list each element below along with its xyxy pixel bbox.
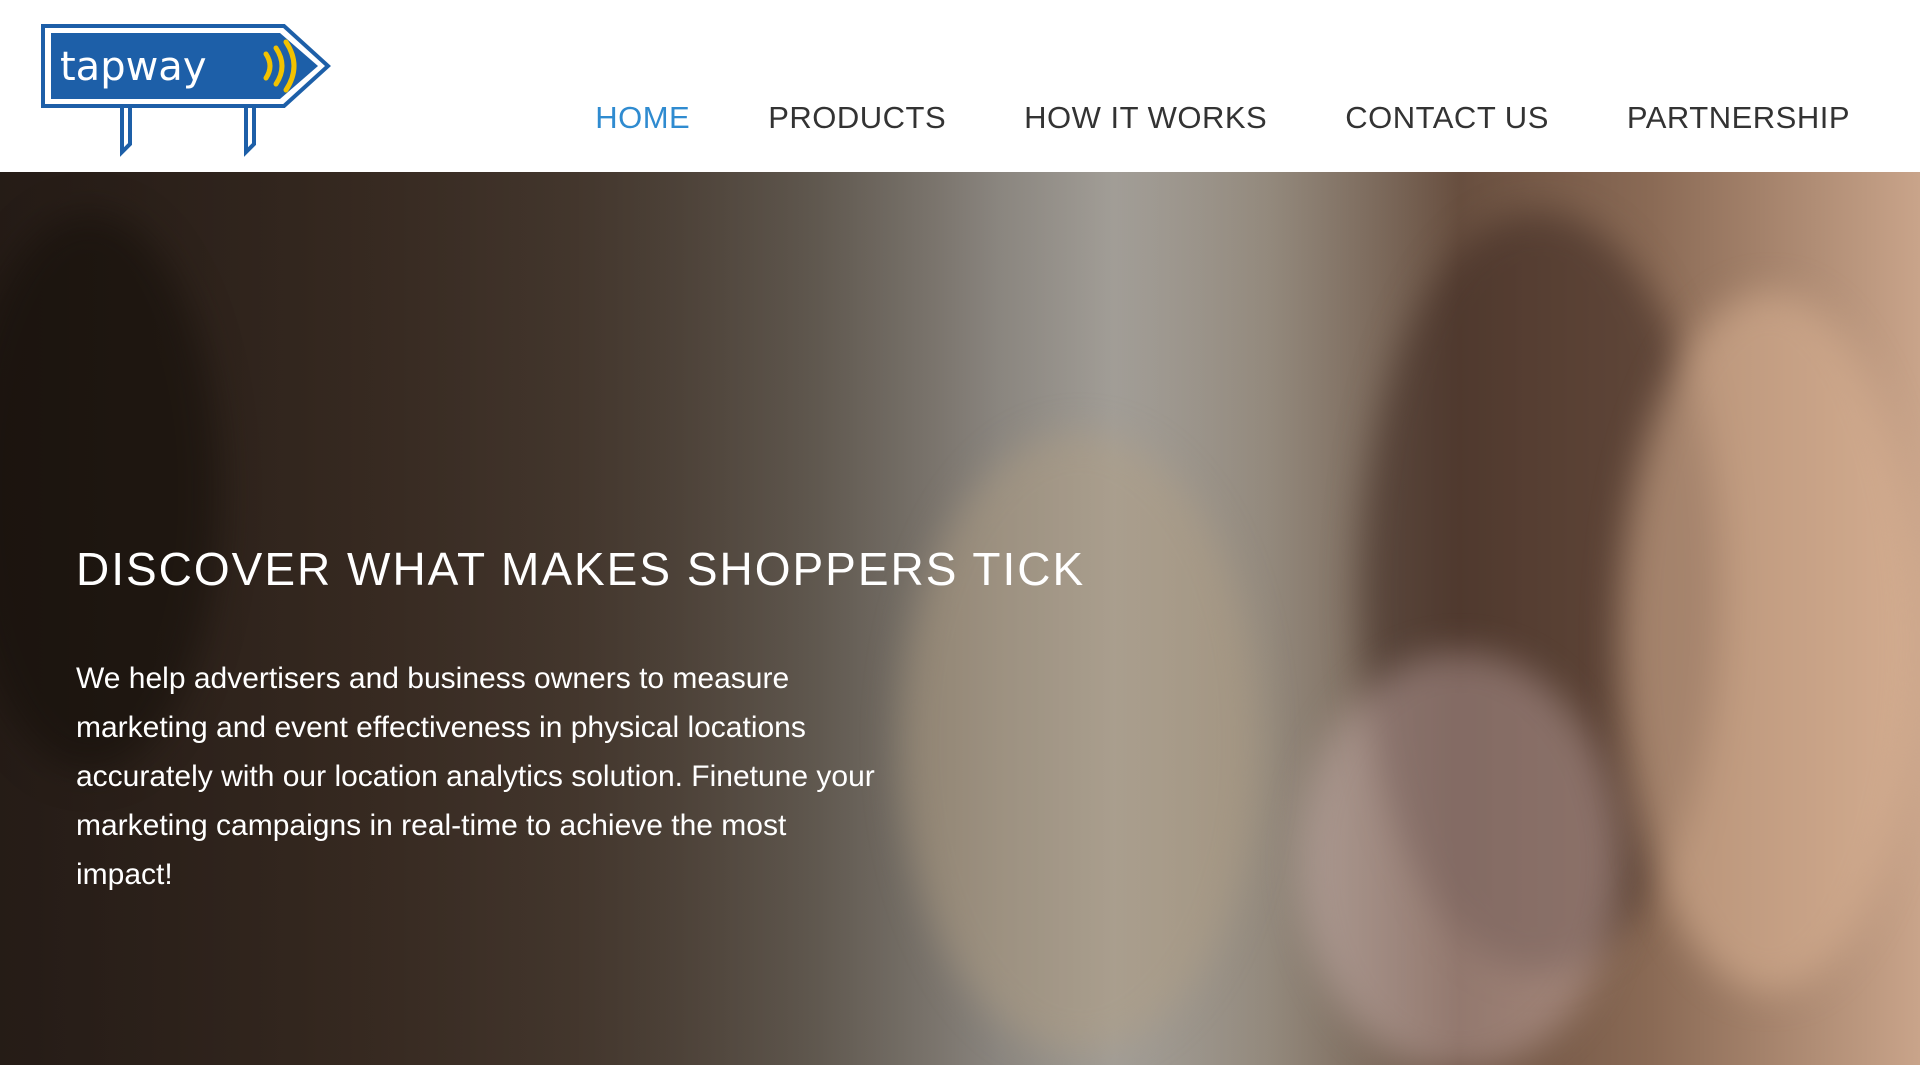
- nav-partnership[interactable]: PARTNERSHIP: [1549, 100, 1850, 136]
- hero-copy: DISCOVER WHAT MAKES SHOPPERS TICK We hel…: [76, 542, 1086, 899]
- nav-contact-us[interactable]: CONTACT US: [1267, 100, 1549, 136]
- hero-figure-shape: [1620, 292, 1920, 992]
- tapway-logo[interactable]: tapway: [40, 22, 332, 164]
- signpost-logo-icon: tapway: [41, 24, 331, 157]
- hero-figure-shape: [1300, 652, 1620, 1065]
- site-header: tapway HOME PRODUCTS HOW IT WORKS CONTAC…: [0, 0, 1920, 172]
- nav-home[interactable]: HOME: [595, 100, 690, 136]
- hero-banner: DISCOVER WHAT MAKES SHOPPERS TICK We hel…: [0, 172, 1920, 1065]
- hero-description: We help advertisers and business owners …: [76, 662, 875, 891]
- nav-products[interactable]: PRODUCTS: [690, 100, 946, 136]
- main-nav: HOME PRODUCTS HOW IT WORKS CONTACT US PA…: [595, 100, 1850, 136]
- logo-wordmark: tapway: [60, 44, 206, 90]
- nav-how-it-works[interactable]: HOW IT WORKS: [946, 100, 1267, 136]
- hero-title: DISCOVER WHAT MAKES SHOPPERS TICK: [76, 543, 1086, 595]
- hero-figure-shape: [900, 432, 1260, 1052]
